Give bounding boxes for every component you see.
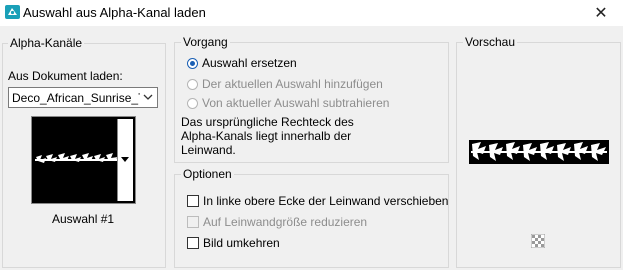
channel-picker[interactable] [31,116,136,204]
check-move-to-corner[interactable]: In linke obere Ecke der Leinwand verschi… [187,194,448,208]
preview-image [469,140,609,164]
radio-replace-selection[interactable]: Auswahl ersetzen [187,56,297,70]
vorgang-note-line1: Das ursprüngliche Rechteck des [181,115,354,129]
channel-thumbnail [34,119,120,201]
from-document-label: Aus Dokument laden: [8,69,123,83]
caret-down-icon [121,157,129,162]
check-crop-to-canvas-label: Auf Leinwandgröße reduzieren [203,215,368,229]
check-crop-to-canvas-box[interactable] [187,216,199,228]
chevron-down-icon [143,94,153,100]
check-invert-selection[interactable]: Bild umkehren [187,236,280,250]
radio-subtract-selection[interactable]: Von aktueller Auswahl subtrahieren [187,96,389,110]
close-icon: ✕ [594,5,608,22]
document-select-value: Deco_African_Sunrise_Ts [12,91,140,105]
check-move-to-corner-label: In linke obere Ecke der Leinwand verschi… [203,194,449,208]
channel-picker-dropdown[interactable] [117,119,133,201]
selection-name: Auswahl #1 [52,212,115,226]
check-invert-selection-box[interactable] [187,237,199,249]
vorschau-title: Vorschau [463,35,518,49]
check-invert-selection-label: Bild umkehren [203,236,280,250]
close-button[interactable]: ✕ [579,0,623,26]
vorgang-note-line3: Leinwand. [181,143,236,157]
radio-replace-label: Auswahl ersetzen [202,56,297,70]
vorgang-note: Das ursprüngliche Rechteck des Alpha-Kan… [181,115,354,157]
radio-add-label: Der aktuellen Auswahl hinzufügen [202,77,383,91]
channel-thumbnail-pattern [35,153,119,163]
radio-subtract-indicator[interactable] [187,97,198,109]
check-move-to-corner-box[interactable] [187,195,199,207]
document-select[interactable]: Deco_African_Sunrise_Ts [8,87,158,108]
alpha-channels-title: Alpha-Kanäle [8,36,85,50]
optionen-title: Optionen [181,167,234,181]
radio-add-selection[interactable]: Der aktuellen Auswahl hinzufügen [187,77,383,91]
title-bar: Auswahl aus Alpha-Kanal laden ✕ [0,0,623,26]
app-icon [5,5,20,19]
radio-replace-indicator[interactable] [187,57,198,69]
window-title: Auswahl aus Alpha-Kanal laden [23,5,206,20]
vorgang-note-line2: Alpha-Kanals liegt innerhalb der [181,129,352,143]
radio-add-indicator[interactable] [187,78,198,90]
preview-pattern [471,142,607,161]
vorgang-title: Vorgang [181,35,230,49]
radio-subtract-label: Von aktueller Auswahl subtrahieren [202,96,390,110]
checkerboard-icon[interactable] [531,234,545,248]
check-crop-to-canvas[interactable]: Auf Leinwandgröße reduzieren [187,215,367,229]
